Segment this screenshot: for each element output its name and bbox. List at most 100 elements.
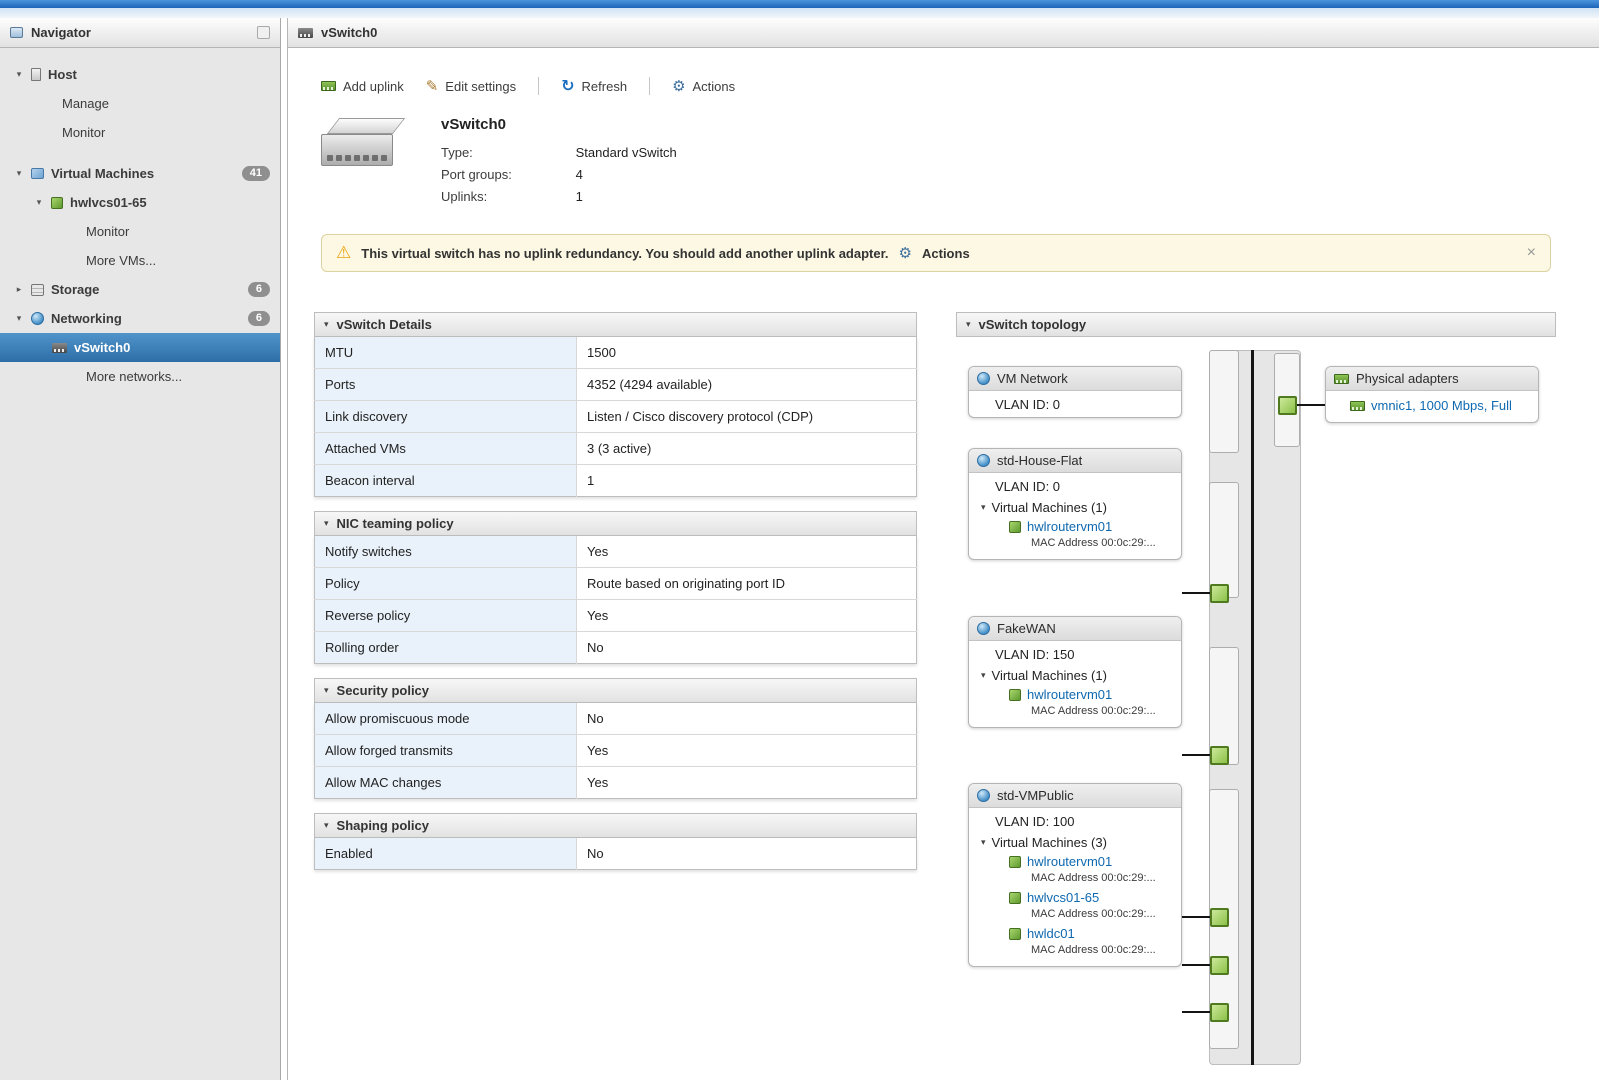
row-label: Attached VMs (314, 432, 577, 465)
row-label: Rolling order (314, 631, 577, 664)
vlan-id: VLAN ID: 0 (995, 479, 1061, 494)
sidebar-item-manage[interactable]: Manage (0, 89, 280, 118)
portgroup-bus-box (1209, 350, 1239, 453)
table-row: Attached VMs 3 (3 active) (314, 432, 917, 465)
summary-value: 1 (575, 189, 583, 204)
panel-title: NIC teaming policy (336, 516, 454, 531)
sidebar-item-label: Host (48, 67, 77, 82)
chevron-down-icon[interactable]: ▾ (14, 69, 24, 80)
actions-button[interactable]: ⚙ Actions (672, 77, 735, 95)
adapter-link[interactable]: vmnic1, 1000 Mbps, Full (1371, 398, 1512, 413)
vswitch-details-header[interactable]: ▾ vSwitch Details (314, 312, 917, 337)
vswitch-summary: vSwitch0 Type: Standard vSwitch Port gro… (321, 116, 1599, 208)
count-badge: 41 (241, 166, 270, 181)
security-policy-header[interactable]: ▾ Security policy (314, 678, 917, 703)
vm-link[interactable]: hwlroutervm01 (1027, 854, 1112, 869)
vm-link[interactable]: hwldc01 (1027, 926, 1075, 941)
collapse-panel-icon[interactable] (257, 26, 270, 39)
table-row: Allow MAC changes Yes (314, 766, 917, 799)
vm-list-toggle[interactable]: ▾ Virtual Machines (1) (969, 667, 1181, 685)
connector-line (1182, 964, 1210, 966)
sidebar-item-hwlvcs01-65[interactable]: ▾ hwlvcs01-65 (0, 188, 280, 217)
sidebar-item-vm-monitor[interactable]: Monitor (0, 217, 280, 246)
sidebar-item-storage[interactable]: ▸ Storage 6 (0, 275, 280, 304)
sidebar-item-label: Monitor (86, 224, 130, 239)
sidebar-item-host[interactable]: ▾ Host (0, 60, 280, 89)
edit-settings-button[interactable]: ✎ Edit settings (426, 77, 516, 95)
portgroup-header[interactable]: std-House-Flat (969, 449, 1181, 473)
vswitch-icon (52, 342, 67, 353)
add-uplink-button[interactable]: Add uplink (321, 79, 404, 94)
connector-line (1182, 592, 1210, 594)
row-value: Yes (576, 734, 917, 767)
network-icon (977, 622, 990, 635)
gear-icon: ⚙ (672, 78, 686, 95)
shaping-policy-header[interactable]: ▾ Shaping policy (314, 813, 917, 838)
summary-value: 4 (575, 167, 583, 182)
sidebar-item-label: vSwitch0 (74, 340, 131, 355)
summary-value: Standard vSwitch (575, 145, 677, 160)
portgroup-name: FakeWAN (997, 621, 1056, 636)
portgroup-header[interactable]: std-VMPublic (969, 784, 1181, 808)
collapse-arrow-icon: ▾ (324, 319, 329, 329)
portgroup-header[interactable]: VM Network (969, 367, 1181, 391)
portgroup-header[interactable]: FakeWAN (969, 617, 1181, 641)
row-label: Notify switches (314, 536, 577, 568)
vm-link[interactable]: hwlroutervm01 (1027, 687, 1112, 702)
sidebar-item-more-vms[interactable]: More VMs... (0, 246, 280, 275)
vm-link[interactable]: hwlroutervm01 (1027, 519, 1112, 534)
table-row: Enabled No (314, 838, 917, 870)
vswitch-image (321, 116, 406, 168)
chevron-down-icon[interactable]: ▾ (14, 168, 24, 179)
page-header: vSwitch0 (288, 18, 1599, 48)
portgroup-std-house-flat: std-House-Flat VLAN ID: 0 ▾ Virtual Mach… (968, 448, 1182, 560)
nic-teaming-header[interactable]: ▾ NIC teaming policy (314, 511, 917, 536)
topology-header[interactable]: ▾ vSwitch topology (956, 312, 1556, 337)
vm-list-toggle[interactable]: ▾ Virtual Machines (1) (969, 499, 1181, 517)
window-top-sub-strip (0, 8, 1599, 18)
portgroup-fakewan: FakeWAN VLAN ID: 150 ▾ Virtual Machines … (968, 616, 1182, 728)
table-row: Reverse policy Yes (314, 599, 917, 632)
chevron-down-icon[interactable]: ▾ (34, 197, 44, 208)
collapse-arrow-icon: ▾ (966, 319, 971, 329)
nic-teaming-table: Notify switches Yes Policy Route based o… (314, 536, 917, 664)
vm-icon (1009, 927, 1021, 940)
vm-entry: hwlroutervm01 (969, 852, 1181, 871)
table-row: Beacon interval 1 (314, 464, 917, 497)
vm-icon (1009, 520, 1021, 533)
network-icon (977, 372, 990, 385)
vm-link[interactable]: hwlvcs01-65 (1027, 890, 1099, 905)
collapse-arrow-icon: ▾ (324, 518, 329, 528)
sidebar-item-vswitch0[interactable]: vSwitch0 (0, 333, 280, 362)
warning-actions-button[interactable]: Actions (922, 246, 970, 261)
toolbar: Add uplink ✎ Edit settings ↻ Refresh ⚙ A… (321, 76, 1599, 96)
navigator-icon (10, 27, 23, 38)
nic-teaming-panel: ▾ NIC teaming policy Notify switches Yes… (314, 511, 917, 664)
sidebar-item-monitor[interactable]: Monitor (0, 118, 280, 147)
window-top-strip (0, 0, 1599, 8)
physical-adapters-title: Physical adapters (1356, 371, 1459, 386)
physical-adapters-header[interactable]: Physical adapters (1326, 367, 1538, 391)
trunk-line (1251, 350, 1254, 1065)
close-icon[interactable]: × (1527, 244, 1536, 262)
sidebar-item-virtual-machines[interactable]: ▾ Virtual Machines 41 (0, 159, 280, 188)
sidebar-item-networking[interactable]: ▾ Networking 6 (0, 304, 280, 333)
gear-icon[interactable]: ⚙ (899, 244, 912, 262)
chevron-down-icon[interactable]: ▾ (14, 313, 24, 324)
summary-row: Type: Standard vSwitch (441, 142, 677, 164)
row-label: Reverse policy (314, 599, 577, 632)
chevron-right-icon[interactable]: ▸ (14, 284, 24, 295)
table-row: Allow forged transmits Yes (314, 734, 917, 767)
warning-icon: ⚠ (336, 243, 352, 262)
shaping-policy-panel: ▾ Shaping policy Enabled No (314, 813, 917, 870)
vm-list-label: Virtual Machines (3) (991, 835, 1107, 850)
summary-label: Port groups: (441, 167, 512, 182)
vm-mac-address: MAC Address 00:0c:29:... (1031, 705, 1156, 717)
refresh-button[interactable]: ↻ Refresh (561, 76, 627, 96)
toolbar-divider (649, 77, 651, 95)
sidebar-item-more-networks[interactable]: More networks... (0, 362, 280, 391)
sidebar-item-label: Storage (51, 282, 100, 297)
vswitch-details-panel: ▾ vSwitch Details MTU 1500 Ports 4352 (4… (314, 312, 917, 497)
vm-list-toggle[interactable]: ▾ Virtual Machines (3) (969, 834, 1181, 852)
port-connector-icon (1210, 908, 1229, 927)
